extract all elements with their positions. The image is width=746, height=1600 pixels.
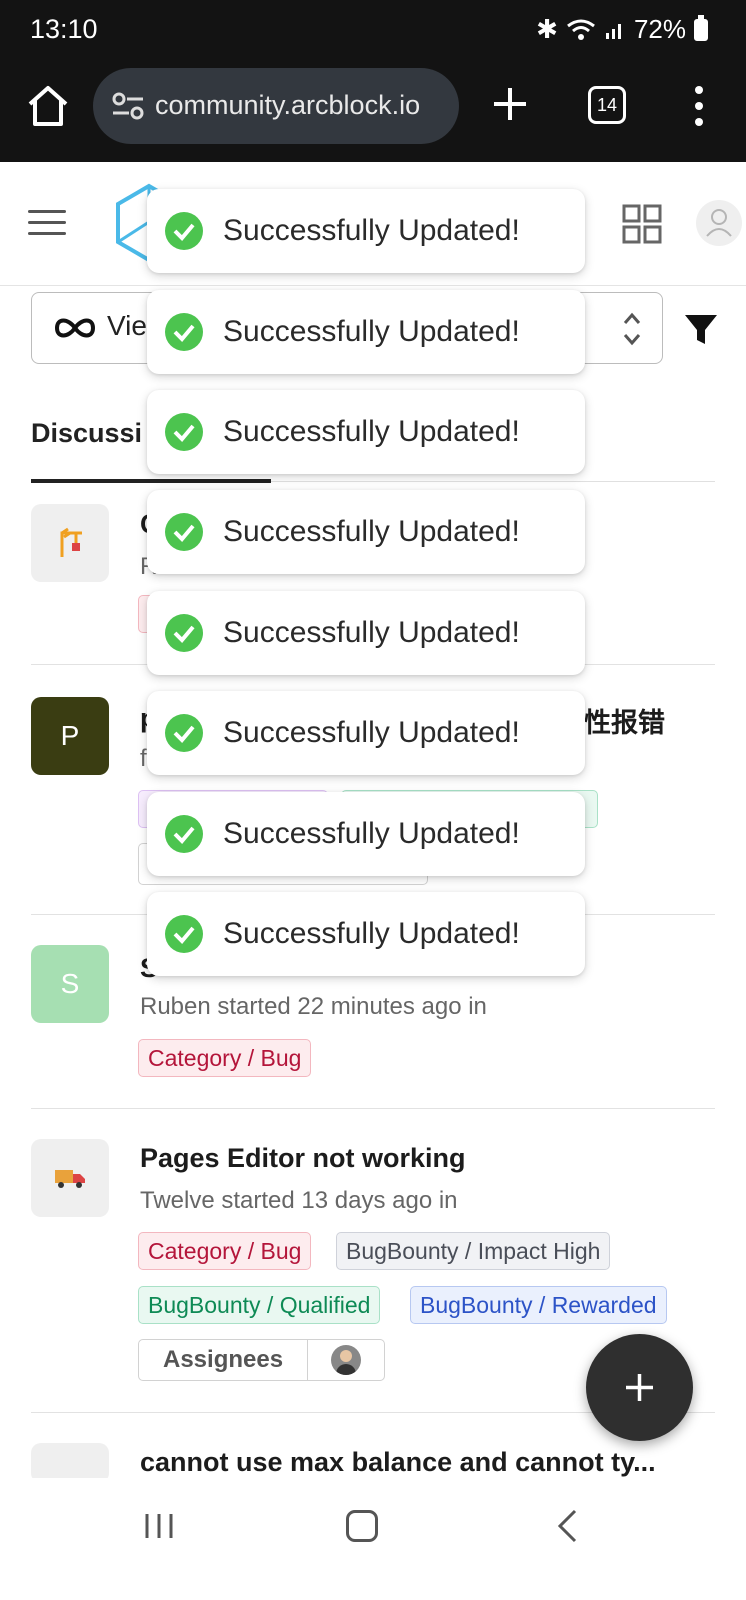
toast: Successfully Updated! [147, 892, 585, 976]
plus-icon [626, 1374, 653, 1401]
updown-icon [623, 312, 641, 346]
bluetooth-icon: ✱ [536, 14, 558, 44]
tab-switcher-button[interactable]: 14 [588, 86, 626, 124]
check-circle-icon [165, 714, 203, 752]
post-title[interactable]: Pages Editor not working [140, 1143, 466, 1174]
url-bar[interactable]: community.arcblock.io [93, 68, 459, 144]
browser-toolbar: community.arcblock.io 14 [0, 62, 746, 162]
user-icon[interactable] [696, 200, 742, 246]
post-avatar [31, 1443, 109, 1483]
post-avatar [31, 504, 109, 582]
wifi-icon [567, 19, 595, 40]
toast-message: Successfully Updated! [223, 515, 520, 548]
assignee-avatar[interactable] [308, 1340, 384, 1380]
grid-icon[interactable] [622, 204, 662, 244]
post-title-tail[interactable]: 性报错 [584, 701, 665, 740]
signal-icon [605, 23, 621, 39]
post-title[interactable]: cannot use max balance and cannot ty... [140, 1447, 656, 1478]
truck-icon [55, 1170, 85, 1188]
crane-icon [60, 527, 82, 557]
check-circle-icon [165, 513, 203, 551]
post-meta: Twelve started 13 days ago in [140, 1187, 458, 1214]
check-circle-icon [165, 915, 203, 953]
toast-message: Successfully Updated! [223, 415, 520, 448]
assignees[interactable]: Assignees [138, 1339, 386, 1381]
tab-discussions[interactable]: Discussi [31, 418, 142, 449]
new-post-fab[interactable] [586, 1334, 693, 1441]
toast-message: Successfully Updated! [223, 917, 520, 950]
post-avatar: S [31, 945, 109, 1023]
tag[interactable]: Category / Bug [138, 1039, 312, 1077]
toast: Successfully Updated! [147, 189, 585, 273]
toast: Successfully Updated! [147, 792, 585, 876]
kebab-icon[interactable] [685, 82, 713, 130]
tune-icon[interactable] [111, 92, 145, 120]
tag-impact-high[interactable]: BugBounty / Impact High [336, 1232, 611, 1270]
home-nav-icon[interactable] [346, 1510, 378, 1542]
status-time: 13:10 [30, 14, 98, 44]
post-avatar [31, 1139, 109, 1217]
hamburger-icon[interactable] [28, 210, 66, 236]
toast-message: Successfully Updated! [223, 315, 520, 348]
view-label: Vie [107, 310, 147, 341]
check-circle-icon [165, 614, 203, 652]
toast: Successfully Updated! [147, 490, 585, 574]
check-circle-icon [165, 313, 203, 351]
post-meta: f [140, 745, 147, 772]
screen: 13:10 ✱ 72% community.arcblock.io 14 Vie… [0, 0, 746, 1600]
funnel-icon[interactable] [683, 312, 719, 348]
avatar [331, 1345, 362, 1375]
toast-message: Successfully Updated! [223, 214, 520, 247]
toast: Successfully Updated! [147, 691, 585, 775]
recents-icon[interactable] [143, 1512, 175, 1540]
toast: Successfully Updated! [147, 390, 585, 474]
tab-indicator [31, 479, 271, 483]
new-tab-plus-icon[interactable] [490, 84, 530, 124]
post-meta: Ruben started 22 minutes ago in [140, 993, 487, 1020]
assignees-label: Assignees [139, 1340, 309, 1380]
status-icons: ✱ 72% [536, 14, 708, 45]
battery-level: 72% [633, 14, 686, 44]
tag-category-bug[interactable]: Category / Bug [138, 1232, 312, 1270]
check-circle-icon [165, 815, 203, 853]
check-circle-icon [165, 212, 203, 250]
post-avatar: P [31, 697, 109, 775]
toast: Successfully Updated! [147, 290, 585, 374]
home-icon[interactable] [26, 84, 70, 128]
infinity-icon [54, 318, 96, 338]
tag-qualified[interactable]: BugBounty / Qualified [138, 1286, 381, 1324]
url-text[interactable]: community.arcblock.io [155, 90, 445, 121]
status-bar: 13:10 ✱ 72% [0, 0, 746, 62]
toast: Successfully Updated! [147, 591, 585, 675]
toast-message: Successfully Updated! [223, 716, 520, 749]
back-icon[interactable] [555, 1508, 579, 1544]
system-nav-bar [0, 1478, 746, 1600]
battery-icon [694, 14, 708, 41]
check-circle-icon [165, 413, 203, 451]
tag-rewarded[interactable]: BugBounty / Rewarded [410, 1286, 667, 1324]
toast-message: Successfully Updated! [223, 616, 520, 649]
toast-message: Successfully Updated! [223, 817, 520, 850]
